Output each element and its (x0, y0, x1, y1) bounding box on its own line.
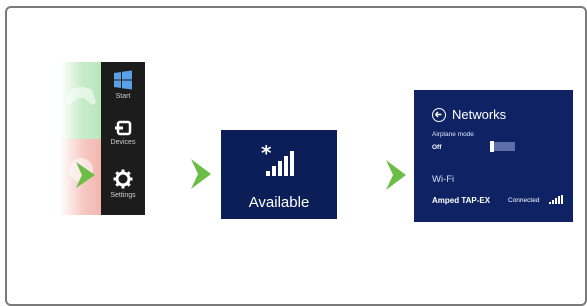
network-status: Connected (508, 197, 540, 204)
gamepad-icon (66, 87, 96, 105)
charm-settings[interactable]: Settings (101, 169, 145, 199)
networks-title: Networks (452, 107, 507, 122)
airplane-mode-toggle[interactable] (490, 141, 515, 152)
back-arrow-icon (435, 111, 442, 118)
windows-logo-icon (114, 70, 132, 90)
airplane-mode-label: Airplane mode (432, 131, 474, 138)
charm-devices-label: Devices (110, 139, 136, 146)
start-tile-green (60, 62, 102, 139)
available-label: Available (248, 194, 310, 211)
gear-icon (113, 169, 133, 189)
svg-text:*: * (261, 144, 272, 165)
charm-start-label: Start (115, 93, 131, 100)
charm-devices[interactable]: Devices (101, 120, 145, 146)
devices-icon (115, 120, 132, 136)
charm-start[interactable]: Start (101, 70, 145, 100)
wifi-heading: Wi-Fi (432, 174, 455, 185)
charms-panel: Start Devices Settings (101, 62, 145, 215)
chevron-right-icon (191, 159, 211, 189)
networks-pane: Networks Airplane mode Off Wi-Fi Amped T… (414, 90, 573, 222)
charms-bar-step: Start Devices Settings (60, 62, 145, 215)
network-available-tile[interactable]: * Available (221, 130, 337, 219)
charm-settings-label: Settings (110, 192, 136, 199)
network-name[interactable]: Amped TAP-EX (432, 196, 490, 205)
network-signal-icon: * (261, 144, 294, 176)
airplane-mode-value: Off (432, 144, 442, 151)
back-button[interactable] (432, 108, 446, 122)
chevron-right-icon (386, 160, 406, 190)
chevron-right-icon (76, 162, 95, 188)
toggle-knob (490, 141, 494, 152)
wifi-signal-icon (549, 195, 563, 204)
